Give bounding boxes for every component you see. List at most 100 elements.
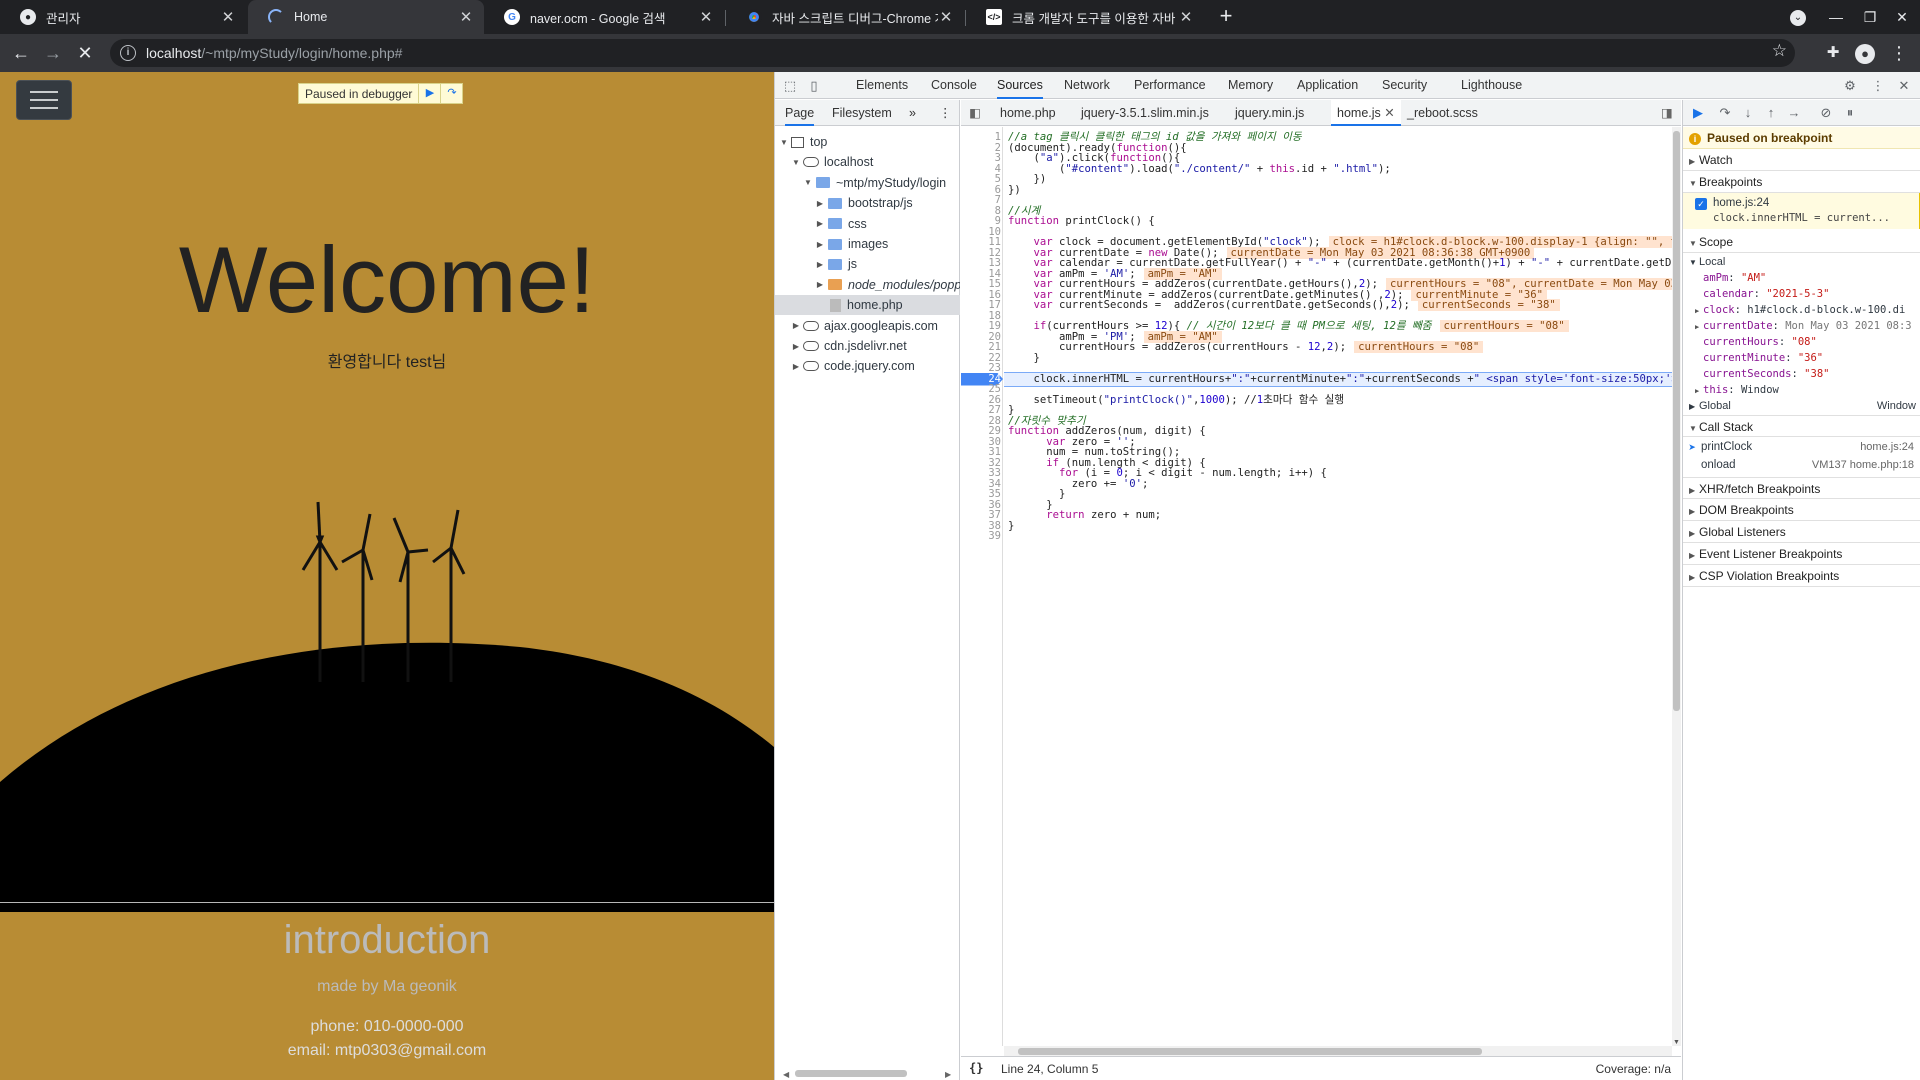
tab-memory[interactable]: Memory xyxy=(1228,72,1273,99)
scroll-thumb[interactable] xyxy=(1018,1048,1482,1055)
local-scope[interactable]: ▼ Local xyxy=(1683,254,1920,270)
breakpoint-checkbox[interactable]: ✓ xyxy=(1695,198,1707,210)
stop-loading-button[interactable]: ✕ xyxy=(72,40,98,66)
debugger-section[interactable]: ▶ Event Listener Breakpoints xyxy=(1683,543,1920,565)
tab-performance[interactable]: Performance xyxy=(1134,72,1206,99)
debugger-section[interactable]: ▶ XHR/fetch Breakpoints xyxy=(1683,477,1920,499)
editor-tab-home-php[interactable]: home.php xyxy=(1000,100,1056,126)
breakpoint-item[interactable]: ✓ home.js:24 clock.innerHTML = current..… xyxy=(1683,193,1920,229)
inspect-element-icon[interactable]: ⬚ xyxy=(781,77,799,95)
scope-variable[interactable]: ▶ this: Window xyxy=(1683,382,1920,398)
code-line[interactable]: var currentSeconds = addZeros(currentDat… xyxy=(1008,299,1560,312)
close-tab-icon[interactable]: ✕ xyxy=(698,8,714,26)
editor-tab-reboot-scss[interactable]: _reboot.scss xyxy=(1407,100,1478,126)
editor-tab-home-js[interactable]: home.js ✕ xyxy=(1331,100,1401,126)
scope-section[interactable]: ▼ Scope xyxy=(1683,231,1920,253)
tab-js-debug[interactable]: 자바 스크립트 디버그-Chrome 개 ✕ xyxy=(726,0,964,34)
chevron-right-icon[interactable]: ▶ xyxy=(815,240,825,249)
line-number-gutter[interactable]: 1 2 3 4 5 6 7 8 9 10 11 12 13 14 15 16 17 18 19 20 21 22 23 24 2… xyxy=(961,127,1003,1046)
editor-horizontal-scrollbar[interactable] xyxy=(1004,1046,1672,1056)
chevron-right-icon[interactable]: ▶ xyxy=(815,260,825,269)
code-line[interactable]: function printClock() { xyxy=(1008,215,1155,228)
tab-security[interactable]: Security xyxy=(1382,72,1427,99)
tab-admin[interactable]: ● 관리자 ✕ xyxy=(0,0,246,34)
new-tab-button[interactable]: + xyxy=(1214,4,1238,28)
scope-variable[interactable]: ▶ currentDate: Mon May 03 2021 08:3 xyxy=(1683,318,1920,334)
code-line[interactable]: } xyxy=(1008,352,1040,365)
tab-home[interactable]: Home ✕ xyxy=(248,0,484,34)
tree-item[interactable]: ▶ ajax.googleapis.com xyxy=(775,316,960,336)
resume-icon[interactable]: ▶︎ xyxy=(1689,104,1707,122)
call-stack-frame[interactable]: ➤ printClock home.js:24 xyxy=(1683,438,1920,456)
close-file-icon[interactable]: ✕ xyxy=(1384,106,1394,120)
breakpoints-section[interactable]: ▼ Breakpoints xyxy=(1683,171,1920,193)
code-line[interactable]: }) xyxy=(1008,184,1021,197)
tree-item[interactable]: ▶ node_modules/poppe xyxy=(775,275,960,295)
tab-application[interactable]: Application xyxy=(1297,72,1358,99)
tab-devtools-article[interactable]: </> 크롬 개발자 도구를 이용한 자바 ✕ xyxy=(966,0,1204,34)
editor-tab-jquery-slim[interactable]: jquery-3.5.1.slim.min.js xyxy=(1081,100,1209,126)
tree-item[interactable]: ▶ js xyxy=(775,254,960,274)
chrome-menu-icon[interactable]: ⋮ xyxy=(1886,40,1912,66)
tree-item[interactable]: ▼ localhost xyxy=(775,152,960,172)
editor-vertical-scrollbar[interactable]: ▼ xyxy=(1672,127,1681,1046)
tab-google-search[interactable]: G naver.ocm - Google 검색 ✕ xyxy=(484,0,724,34)
settings-gear-icon[interactable]: ⚙ xyxy=(1841,77,1859,95)
more-tabs-icon[interactable]: » xyxy=(909,100,916,126)
device-toolbar-icon[interactable]: ▯ xyxy=(805,77,823,95)
tab-filesystem[interactable]: Filesystem xyxy=(832,100,892,126)
pause-on-exceptions-icon[interactable]: ⏸ xyxy=(1841,104,1859,122)
back-button[interactable]: ← xyxy=(8,40,34,66)
chevron-right-icon[interactable]: ▶ xyxy=(1695,303,1703,318)
profile-avatar-icon[interactable]: ● xyxy=(1852,40,1878,66)
step-icon[interactable]: → xyxy=(1785,104,1803,122)
close-tab-icon[interactable]: ✕ xyxy=(938,8,954,26)
chevron-right-icon[interactable]: ▶ xyxy=(815,280,825,289)
close-window-icon[interactable]: ✕ xyxy=(1884,0,1920,34)
scope-variable[interactable]: currentHours: "08" xyxy=(1683,334,1920,350)
tab-sources[interactable]: Sources xyxy=(997,72,1043,99)
chevron-down-icon[interactable]: ▼ xyxy=(779,138,789,147)
navbar-toggler-button[interactable] xyxy=(16,80,72,120)
scope-variable[interactable]: currentSeconds: "38" xyxy=(1683,366,1920,382)
debugger-section[interactable]: ▶ Global Listeners xyxy=(1683,521,1920,543)
chevron-right-icon[interactable]: ▶ xyxy=(791,362,801,371)
chevron-down-icon[interactable]: ▼ xyxy=(803,178,813,187)
step-over-icon[interactable]: ↷ xyxy=(440,84,462,103)
tab-search-icon[interactable]: ⌄ xyxy=(1780,0,1816,34)
code-line[interactable]: currentHours = addZeros(currentHours - 1… xyxy=(1008,341,1484,354)
tab-elements[interactable]: Elements xyxy=(856,72,908,99)
chevron-right-icon[interactable]: ▶ xyxy=(1695,319,1703,334)
line-number[interactable]: 39 xyxy=(961,530,1001,543)
execution-line[interactable]: clock.innerHTML = currentHours+":"+curre… xyxy=(1004,371,1672,387)
site-info-icon[interactable]: i xyxy=(120,45,136,61)
tree-item[interactable]: ▶ bootstrap/js xyxy=(775,193,960,213)
tree-item[interactable]: ▼ ~mtp/myStudy/login xyxy=(775,173,960,193)
step-over-icon[interactable]: ↷ xyxy=(1716,104,1734,122)
tree-item[interactable]: ▶ cdn.jsdelivr.net xyxy=(775,336,960,356)
toggle-navigator-icon[interactable]: ◧ xyxy=(969,100,981,126)
chevron-down-icon[interactable]: ▼ xyxy=(791,158,801,167)
global-scope[interactable]: ▶ Global Window xyxy=(1683,398,1920,414)
chevron-right-icon[interactable]: ▶ xyxy=(815,199,825,208)
scroll-thumb[interactable] xyxy=(1673,131,1680,711)
tree-item[interactable]: ▶ images xyxy=(775,234,960,254)
extensions-puzzle-icon[interactable]: ✚ xyxy=(1820,40,1846,66)
tree-item[interactable]: ▶ css xyxy=(775,214,960,234)
chevron-right-icon[interactable]: ▶ xyxy=(1695,383,1703,398)
code-line[interactable]: return zero + num; xyxy=(1008,509,1161,522)
forward-button[interactable]: → xyxy=(40,40,66,66)
address-bar[interactable]: i localhost/~mtp/myStudy/login/home.php#… xyxy=(110,39,1795,67)
call-stack-section[interactable]: ▼ Call Stack xyxy=(1683,415,1920,437)
tab-console[interactable]: Console xyxy=(931,72,977,99)
minimize-icon[interactable]: — xyxy=(1818,0,1854,34)
scope-variable[interactable]: currentMinute: "36" xyxy=(1683,350,1920,366)
step-into-icon[interactable]: ↓ xyxy=(1739,104,1757,122)
source-code[interactable]: //a tag 클릭시 클릭한 태그의 id 값을 가져와 페이지 이동 (doc… xyxy=(1004,127,1672,1046)
debugger-section[interactable]: ▶ CSP Violation Breakpoints xyxy=(1683,565,1920,587)
toggle-debugger-icon[interactable]: ◨ xyxy=(1661,100,1673,126)
tree-item[interactable]: ▶ code.jquery.com xyxy=(775,356,960,376)
tab-network[interactable]: Network xyxy=(1064,72,1110,99)
debugger-section[interactable]: ▶ DOM Breakpoints xyxy=(1683,499,1920,521)
navigator-horizontal-scrollbar[interactable]: ◀ ▶ xyxy=(783,1068,953,1078)
